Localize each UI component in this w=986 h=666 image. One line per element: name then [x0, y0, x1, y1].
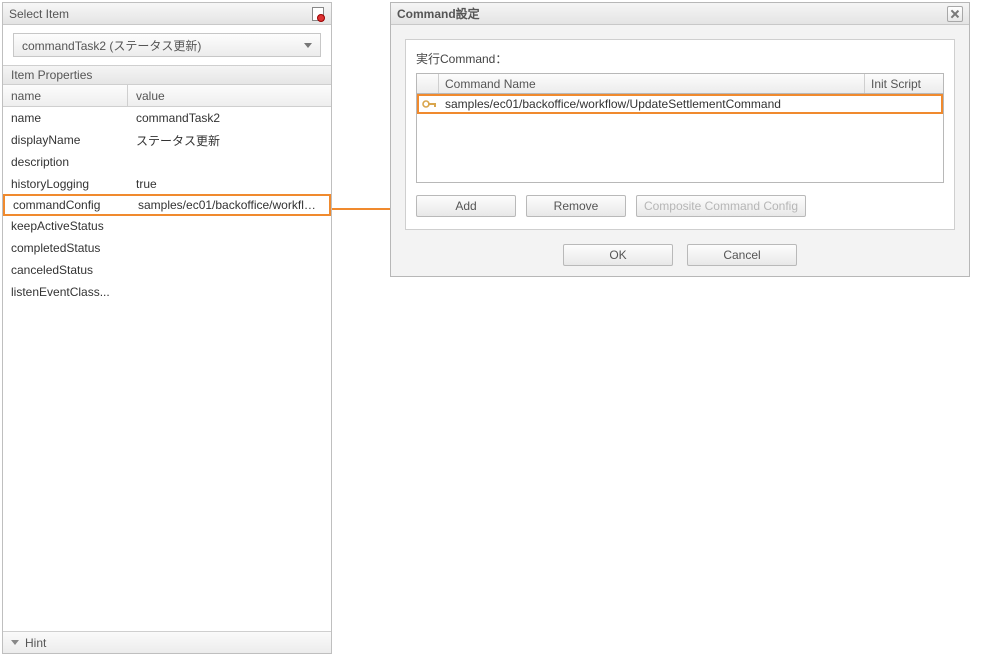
col-icon[interactable]	[417, 74, 439, 93]
properties-table-body: namecommandTask2 displayNameステータス更新 desc…	[3, 107, 331, 303]
command-row[interactable]: samples/ec01/backoffice/workflow/UpdateS…	[417, 94, 943, 114]
cancel-button[interactable]: Cancel	[687, 244, 797, 266]
dialog-actions: OK Cancel	[391, 244, 969, 266]
command-buttons: Add Remove Composite Command Config	[416, 195, 944, 217]
table-row[interactable]: completedStatus	[3, 237, 331, 259]
remove-button[interactable]: Remove	[526, 195, 626, 217]
composite-config-button: Composite Command Config	[636, 195, 806, 217]
item-properties-header: Item Properties	[3, 65, 331, 85]
dialog-titlebar[interactable]: Command設定	[391, 3, 969, 25]
exec-command-label: 実行Command：	[416, 50, 944, 67]
key-icon	[419, 95, 441, 113]
select-item-header: Select Item	[3, 3, 331, 25]
item-dropdown[interactable]: commandTask2 (ステータス更新)	[13, 33, 321, 57]
table-row[interactable]: namecommandTask2	[3, 107, 331, 129]
dialog-body: 実行Command： Command Name Init Script samp…	[405, 39, 955, 230]
close-button[interactable]	[947, 6, 963, 22]
col-value[interactable]: value	[128, 85, 331, 106]
properties-table-head: name value	[3, 85, 331, 107]
col-init-script[interactable]: Init Script	[865, 74, 943, 93]
hint-section[interactable]: Hint	[3, 631, 331, 653]
command-table: Command Name Init Script samples/ec01/ba…	[416, 73, 944, 183]
table-row[interactable]: description	[3, 151, 331, 173]
item-dropdown-value: commandTask2 (ステータス更新)	[22, 37, 201, 54]
command-config-dialog: Command設定 実行Command： Command Name Init S…	[390, 2, 970, 277]
table-row[interactable]: displayNameステータス更新	[3, 129, 331, 151]
chevron-down-icon	[11, 640, 19, 645]
new-doc-icon[interactable]	[311, 7, 325, 21]
connector-line	[332, 208, 390, 210]
properties-table: name value namecommandTask2 displayNameス…	[3, 85, 331, 631]
command-name-cell: samples/ec01/backoffice/workflow/UpdateS…	[441, 97, 865, 111]
col-name[interactable]: name	[3, 85, 128, 106]
table-row[interactable]: keepActiveStatus	[3, 215, 331, 237]
hint-label: Hint	[25, 636, 46, 650]
dialog-title: Command設定	[397, 5, 480, 22]
select-item-panel: Select Item commandTask2 (ステータス更新) Item …	[2, 2, 332, 654]
table-row[interactable]: canceledStatus	[3, 259, 331, 281]
chevron-down-icon	[304, 43, 312, 48]
col-command-name[interactable]: Command Name	[439, 74, 865, 93]
close-icon	[950, 9, 960, 19]
command-table-head: Command Name Init Script	[417, 74, 943, 94]
table-row-commandconfig[interactable]: commandConfigsamples/ec01/backoffice/wor…	[3, 194, 331, 216]
select-item-title: Select Item	[9, 7, 69, 21]
ok-button[interactable]: OK	[563, 244, 673, 266]
add-button[interactable]: Add	[416, 195, 516, 217]
table-row[interactable]: historyLoggingtrue	[3, 173, 331, 195]
table-row[interactable]: listenEventClass...	[3, 281, 331, 303]
